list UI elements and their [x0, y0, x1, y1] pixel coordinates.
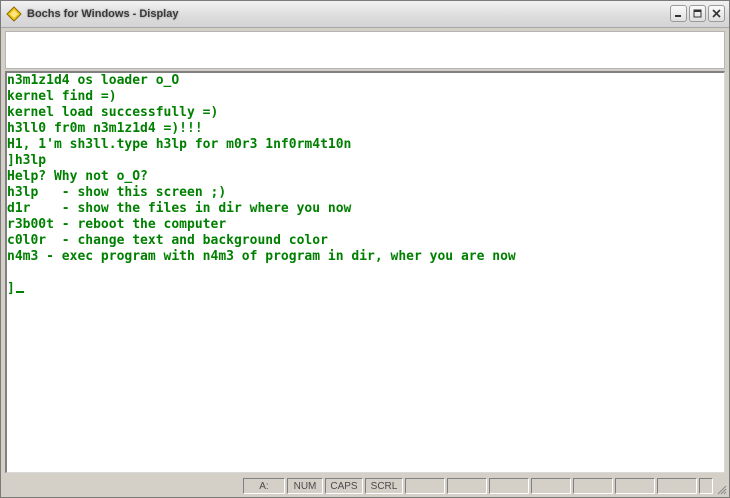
console-line: ]h3lp — [7, 153, 47, 168]
minimize-button[interactable] — [670, 5, 687, 22]
status-cell-empty — [447, 478, 487, 494]
status-scrl: SCRL — [365, 478, 403, 494]
console-line: d1r - show the files in dir where you no… — [7, 201, 352, 216]
toolbar — [5, 31, 725, 69]
status-cell-empty — [615, 478, 655, 494]
console-line: n3m1z1d4 os loader o_O — [7, 73, 180, 88]
close-button[interactable] — [708, 5, 725, 22]
console-line: h3ll0 fr0m n3m1z1d4 =)!!! — [7, 121, 203, 136]
resize-grip-icon[interactable] — [715, 483, 727, 495]
console-line: H1, 1'm sh3ll.type h3lp for m0r3 1nf0rm4… — [7, 137, 352, 152]
console-line: c0l0r - change text and background color — [7, 233, 328, 248]
console-line: r3b00t - reboot the computer — [7, 217, 227, 232]
console-line: n4m3 - exec program with n4m3 of program… — [7, 249, 516, 264]
console-line: kernel load successfully =) — [7, 105, 219, 120]
status-cell-empty — [489, 478, 529, 494]
text-cursor — [15, 291, 24, 293]
status-cell-empty — [405, 478, 445, 494]
minimize-icon — [675, 15, 681, 17]
console-prompt: ] — [7, 281, 15, 296]
status-bar: A: NUM CAPS SCRL — [1, 475, 729, 497]
title-bar[interactable]: Bochs for Windows - Display — [1, 1, 729, 28]
status-drive: A: — [243, 478, 285, 494]
console-line: Help? Why not o_O? — [7, 169, 148, 184]
window-title: Bochs for Windows - Display — [27, 8, 179, 20]
console-line: kernel find =) — [7, 89, 117, 104]
console-line: h3lp - show this screen ;) — [7, 185, 227, 200]
bochs-window: Bochs for Windows - Display n3m1z1d4 os … — [0, 0, 730, 498]
emulator-display[interactable]: n3m1z1d4 os loader o_O kernel find =) ke… — [5, 71, 725, 473]
status-cell-empty — [531, 478, 571, 494]
maximize-button[interactable] — [689, 5, 706, 22]
status-caps: CAPS — [325, 478, 363, 494]
status-cell-empty — [573, 478, 613, 494]
close-icon — [712, 9, 721, 18]
status-cell-empty — [657, 478, 697, 494]
maximize-icon — [693, 9, 702, 18]
console-prompt-line: ] — [7, 281, 24, 297]
bochs-app-icon[interactable] — [6, 6, 22, 22]
status-num: NUM — [287, 478, 323, 494]
status-cell-empty — [699, 478, 713, 494]
